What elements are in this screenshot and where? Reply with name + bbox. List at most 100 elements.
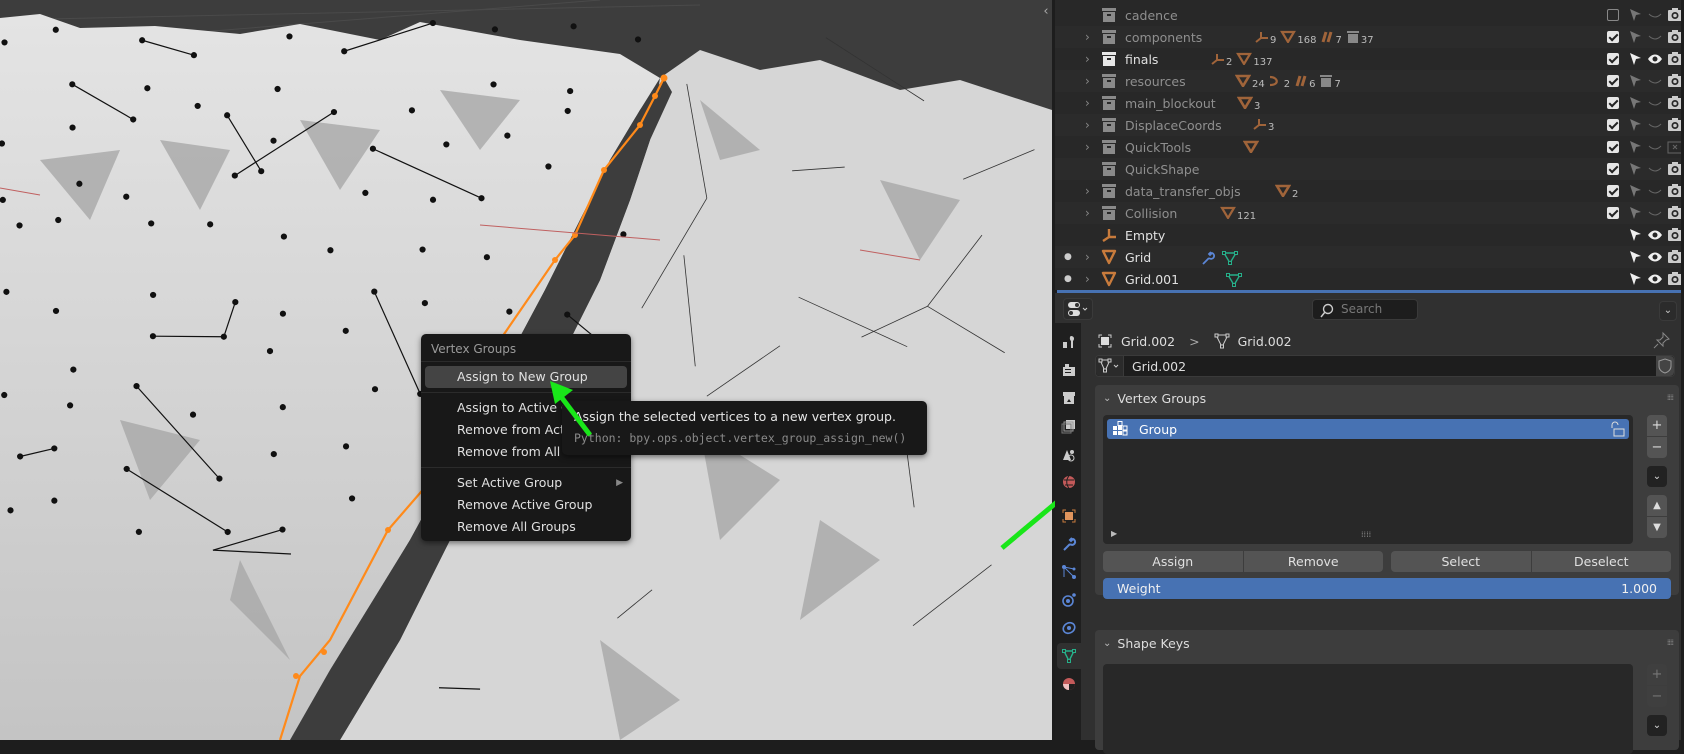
tab-object[interactable] <box>1057 503 1081 529</box>
mesh-data-icon[interactable] <box>1220 206 1236 222</box>
eye-closed-icon[interactable] <box>1647 139 1663 155</box>
vertex-groups-header[interactable]: ⌄ Vertex Groups <box>1095 385 1679 411</box>
specials-menu-button[interactable]: ⌄ <box>1647 466 1667 487</box>
outliner-row-main-blockout[interactable]: › main_blockout 3 <box>1055 92 1681 114</box>
curve-icon[interactable] <box>1294 75 1308 90</box>
selectable-arrow-icon[interactable] <box>1627 7 1643 23</box>
empty-icon[interactable] <box>1211 53 1225 68</box>
mesh-icon[interactable] <box>1236 96 1254 112</box>
deselect-button[interactable]: Deselect <box>1531 551 1671 572</box>
outliner-row-data-transfer-objs[interactable]: › data_transfer_objs 2 <box>1055 180 1681 202</box>
weight-slider[interactable]: Weight 1.000 <box>1103 578 1671 599</box>
exclude-checkbox[interactable] <box>1607 9 1619 21</box>
empty-icon[interactable] <box>1255 31 1269 46</box>
exclude-checkbox[interactable] <box>1607 75 1619 87</box>
tab-tool[interactable] <box>1057 329 1081 355</box>
browse-mesh-button[interactable] <box>1096 356 1124 376</box>
exclude-checkbox[interactable] <box>1607 97 1619 109</box>
expand-arrow-icon[interactable]: › <box>1085 250 1090 264</box>
add-shape-key-button[interactable]: + <box>1647 664 1667 685</box>
outliner-item-name[interactable]: QuickShape <box>1125 162 1200 177</box>
camera-icon[interactable] <box>1667 249 1681 265</box>
outliner-item-name[interactable]: components <box>1125 30 1202 45</box>
camera-icon[interactable] <box>1667 183 1681 199</box>
selectable-arrow-icon[interactable] <box>1627 139 1643 155</box>
shape-key-list[interactable] <box>1103 664 1633 754</box>
assign-button[interactable]: Assign <box>1103 551 1243 572</box>
collection-icon[interactable] <box>1346 31 1360 46</box>
add-vertex-group-button[interactable]: + <box>1647 415 1667 436</box>
outliner-item-name[interactable]: main_blockout <box>1125 96 1216 111</box>
tab-data[interactable] <box>1057 643 1081 669</box>
camera-icon[interactable] <box>1667 205 1681 221</box>
camera-icon[interactable] <box>1667 95 1681 111</box>
select-button[interactable]: Select <box>1391 551 1531 572</box>
eye-closed-icon[interactable] <box>1647 95 1663 111</box>
shape-keys-header[interactable]: ⌄ Shape Keys <box>1095 630 1679 656</box>
menu-item-remove-active-group[interactable]: Remove Active Group <box>425 494 627 516</box>
selectable-arrow-icon[interactable] <box>1627 51 1643 67</box>
tab-material[interactable] <box>1057 671 1081 697</box>
outliner-item-name[interactable]: finals <box>1125 52 1158 67</box>
collection-icon[interactable] <box>1319 75 1333 90</box>
eye-closed-icon[interactable] <box>1647 161 1663 177</box>
eye-closed-icon[interactable] <box>1647 205 1663 221</box>
eye-icon[interactable] <box>1647 249 1663 265</box>
exclude-checkbox[interactable] <box>1607 185 1619 197</box>
menu-item-assign-to-new-group[interactable]: Assign to New Group <box>425 366 627 388</box>
outliner-row-collision[interactable]: › Collision 121 <box>1055 202 1681 224</box>
eye-icon[interactable] <box>1647 271 1663 287</box>
drag-handle-icon[interactable]: ⁞⁞⁞⁞ <box>1667 393 1674 402</box>
remove-vertex-group-button[interactable]: − <box>1647 437 1667 458</box>
chevron-left-icon[interactable]: ‹ <box>1040 2 1052 22</box>
outliner-row-empty[interactable]: Empty <box>1055 224 1681 246</box>
pin-icon[interactable] <box>1653 331 1671 352</box>
mesh-data-icon[interactable] <box>1280 30 1297 46</box>
tab-scene[interactable] <box>1057 441 1081 467</box>
selectable-arrow-icon[interactable] <box>1627 161 1643 177</box>
outliner-item-name[interactable]: resources <box>1125 74 1186 89</box>
empty-icon[interactable] <box>1253 118 1267 133</box>
outliner-item-name[interactable]: cadence <box>1125 8 1178 23</box>
remove-shape-key-button[interactable]: − <box>1647 686 1667 707</box>
outliner-row-grid[interactable]: ● › Grid <box>1055 246 1681 268</box>
eye-closed-icon[interactable] <box>1647 73 1663 89</box>
expand-arrow-icon[interactable]: › <box>1085 272 1090 286</box>
camera-icon[interactable] <box>1667 227 1681 243</box>
expand-arrow-icon[interactable]: › <box>1085 96 1090 110</box>
outliner-row-quicktools[interactable]: › QuickTools <box>1055 136 1681 158</box>
outliner-item-name[interactable]: DisplaceCoords <box>1125 118 1222 133</box>
list-item[interactable]: Group <box>1107 419 1629 439</box>
expand-arrow-icon[interactable]: › <box>1085 30 1090 44</box>
eye-closed-icon[interactable] <box>1647 29 1663 45</box>
outliner-row-finals[interactable]: › finals 2 137 <box>1055 48 1681 70</box>
tab-particles[interactable] <box>1057 559 1081 585</box>
tab-output[interactable] <box>1057 385 1081 411</box>
selectable-arrow-icon[interactable] <box>1627 117 1643 133</box>
outliner-item-name[interactable]: data_transfer_objs <box>1125 184 1241 199</box>
eye-icon[interactable] <box>1647 227 1663 243</box>
tab-physics[interactable] <box>1057 587 1081 613</box>
edit-mode-dot-icon[interactable]: ● <box>1064 274 1072 284</box>
expand-arrow-icon[interactable]: › <box>1085 118 1090 132</box>
camera-icon[interactable] <box>1667 29 1681 45</box>
outliner-row-components[interactable]: › components 9 168 7 37 <box>1055 26 1681 48</box>
mesh-icon[interactable] <box>1242 140 1260 156</box>
outliner-item-name[interactable]: Grid <box>1125 250 1151 265</box>
selectable-arrow-icon[interactable] <box>1627 205 1643 221</box>
options-dropdown[interactable]: ⌄ <box>1659 301 1677 321</box>
exclude-checkbox[interactable] <box>1607 31 1619 43</box>
selectable-arrow-icon[interactable] <box>1627 249 1643 265</box>
tab-render[interactable] <box>1057 357 1081 383</box>
menu-item-remove-all-groups[interactable]: Remove All Groups <box>425 516 627 538</box>
selectable-arrow-icon[interactable] <box>1627 227 1643 243</box>
outliner-item-name[interactable]: Collision <box>1125 206 1177 221</box>
outliner-row-cadence[interactable]: cadence <box>1055 4 1681 26</box>
vertex-group-list[interactable]: Group ▶ ⁞⁞⁞⁞ <box>1103 415 1633 544</box>
expand-arrow-icon[interactable]: › <box>1085 52 1090 66</box>
expand-arrow-icon[interactable]: › <box>1085 74 1090 88</box>
tab-constraints[interactable] <box>1057 615 1081 641</box>
mesh-data-icon[interactable] <box>1236 52 1253 68</box>
camera-disabled-icon[interactable] <box>1667 139 1681 155</box>
move-up-button[interactable]: ▲ <box>1647 495 1667 516</box>
